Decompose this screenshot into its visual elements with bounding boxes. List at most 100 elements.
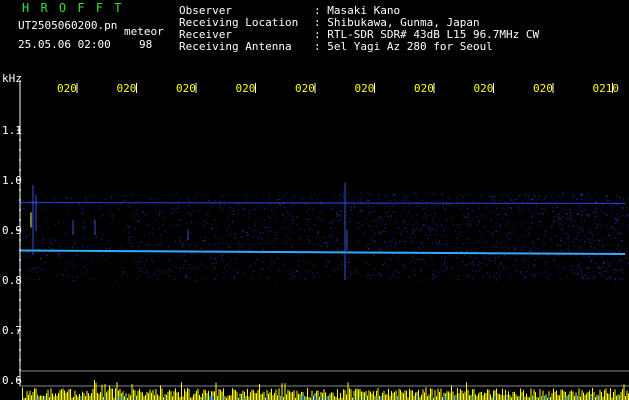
noise-dot	[400, 233, 402, 235]
noise-dot	[349, 205, 351, 207]
noise-dot	[568, 218, 570, 220]
noise-dot	[489, 260, 491, 261]
noise-dot	[514, 267, 516, 269]
activity-tick	[626, 390, 628, 400]
noise-dot	[349, 272, 351, 274]
noise-dot	[528, 266, 529, 268]
noise-dot	[471, 209, 473, 211]
activity-tick	[286, 394, 287, 400]
noise-dot	[610, 262, 612, 264]
noise-dot	[363, 232, 365, 234]
noise-dot	[621, 278, 623, 280]
noise-dot	[525, 193, 527, 195]
activity-tick	[347, 382, 349, 400]
noise-dot	[214, 278, 216, 280]
noise-dot	[338, 247, 339, 249]
activity-tick	[122, 391, 124, 400]
noise-dot	[602, 275, 604, 277]
noise-dot	[288, 212, 290, 213]
noise-dot	[514, 248, 516, 250]
noise-dot	[578, 211, 580, 213]
noise-dot	[340, 201, 342, 202]
noise-dot	[339, 214, 341, 216]
noise-dot	[508, 274, 509, 276]
noise-dot	[482, 242, 484, 244]
noise-dot	[182, 268, 184, 269]
activity-tick	[355, 388, 356, 400]
noise-dot	[154, 219, 156, 221]
noise-dot	[83, 229, 85, 231]
noise-dot	[442, 270, 444, 272]
noise-dot	[476, 216, 478, 218]
noise-dot	[64, 269, 66, 270]
noise-dot	[306, 221, 308, 223]
noise-dot	[138, 246, 140, 247]
noise-dot	[595, 215, 597, 217]
noise-dot	[608, 234, 609, 236]
noise-dot	[614, 279, 616, 281]
noise-dot	[292, 278, 294, 280]
activity-tick	[245, 396, 247, 400]
noise-dot	[308, 235, 310, 237]
noise-dot	[533, 246, 535, 248]
noise-dot	[506, 220, 508, 222]
activity-tick	[154, 395, 155, 400]
noise-dot	[495, 223, 497, 225]
noise-dot	[421, 227, 423, 229]
noise-dot	[168, 269, 170, 270]
activity-tick-low	[302, 396, 304, 400]
noise-dot	[476, 264, 478, 266]
noise-dot	[152, 228, 153, 230]
noise-dot	[202, 195, 204, 197]
carrier-line	[19, 249, 626, 255]
noise-dot	[179, 267, 181, 269]
noise-dot	[608, 277, 610, 279]
activity-tick	[404, 390, 406, 400]
noise-dot	[596, 233, 598, 235]
noise-dot	[228, 247, 230, 249]
noise-dot	[458, 226, 460, 228]
noise-dot	[82, 244, 84, 246]
noise-dot	[616, 218, 618, 220]
noise-dot	[510, 198, 512, 199]
noise-dot	[499, 200, 501, 202]
noise-dot	[128, 206, 129, 207]
noise-dot	[542, 214, 544, 215]
noise-dot	[572, 265, 574, 267]
activity-tick	[250, 392, 251, 400]
noise-dot	[34, 268, 36, 270]
noise-dot	[378, 232, 380, 234]
activity-tick	[97, 392, 98, 400]
noise-dot	[139, 271, 141, 272]
noise-dot	[462, 201, 464, 203]
noise-dot	[441, 257, 442, 259]
noise-dot	[568, 251, 570, 253]
noise-dot	[591, 251, 593, 253]
noise-dot	[299, 228, 301, 230]
noise-dot	[312, 272, 313, 274]
noise-dot	[187, 205, 189, 206]
noise-dot	[589, 230, 591, 232]
noise-dot	[133, 274, 135, 276]
noise-dot	[391, 240, 393, 242]
noise-dot	[577, 273, 579, 275]
noise-dot	[596, 212, 598, 214]
activity-tick	[313, 395, 314, 400]
noise-dot	[340, 211, 342, 212]
noise-dot	[403, 264, 405, 266]
noise-dot	[587, 239, 589, 241]
noise-dot	[379, 215, 381, 217]
noise-dot	[467, 275, 469, 277]
noise-dot	[603, 261, 605, 263]
noise-dot	[370, 278, 372, 279]
activity-tick	[305, 396, 307, 400]
activity-spike	[94, 380, 95, 400]
noise-dot	[579, 192, 581, 194]
noise-dot	[260, 232, 262, 234]
noise-dot	[284, 220, 285, 222]
x-tick-label: 020	[57, 82, 77, 95]
noise-dot	[460, 207, 462, 209]
noise-dot	[296, 223, 298, 225]
activity-tick-low	[544, 396, 545, 400]
noise-dot	[191, 221, 193, 223]
